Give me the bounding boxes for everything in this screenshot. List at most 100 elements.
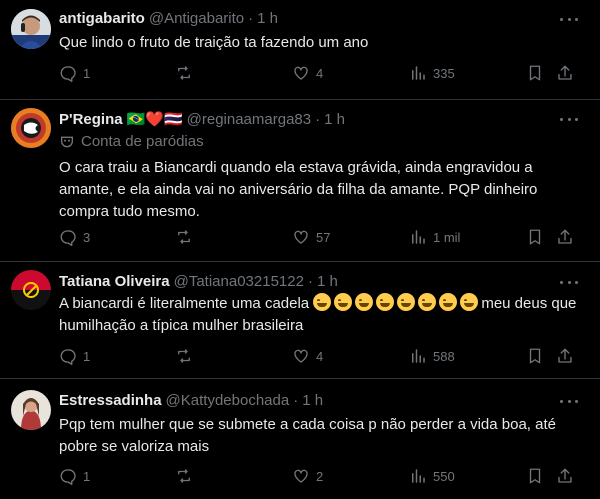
display-name[interactable]: P'Regina (59, 111, 123, 128)
tweet-header: antigabarito @Antigabarito · 1 h (59, 10, 278, 27)
parody-label: Conta de paródias (81, 133, 204, 150)
tweet-text: A biancardi é literalmente uma cadela me… (59, 293, 584, 337)
share-icon (558, 348, 572, 363)
share-icon (558, 65, 572, 80)
avatar[interactable] (11, 9, 51, 49)
name-flags: 🇧🇷❤️🇹🇭 (126, 111, 183, 128)
like-button[interactable]: 4 (292, 347, 323, 365)
reply-count: 1 (83, 348, 91, 364)
emoji-row (313, 293, 481, 312)
laughing-emoji-icon (397, 293, 416, 311)
action-bar: 1 2 550 (59, 467, 579, 487)
handle[interactable]: @Tatiana03215122 (174, 273, 304, 290)
views-icon (412, 349, 425, 363)
repost-icon (178, 66, 190, 80)
views-button[interactable]: 550 (409, 467, 455, 485)
tweet[interactable]: Estressadinha @Kattydebochada · 1 h Pqp … (0, 379, 600, 499)
reply-button[interactable]: 1 (59, 347, 90, 365)
handle[interactable]: @reginaamarga83 (187, 111, 311, 128)
like-icon (294, 469, 308, 483)
reply-icon (60, 469, 76, 485)
views-count: 1 mil (433, 229, 461, 245)
tweet-text-start: A biancardi é literalmente uma cadela (59, 295, 310, 312)
tweet[interactable]: antigabarito @Antigabarito · 1 h Que lin… (0, 0, 600, 100)
like-button[interactable]: 57 (292, 228, 330, 246)
like-button[interactable]: 2 (292, 467, 323, 485)
handle[interactable]: @Kattydebochada (166, 392, 290, 409)
share-button[interactable] (556, 64, 574, 82)
bookmark-button[interactable] (526, 467, 544, 485)
repost-button[interactable] (175, 64, 199, 82)
timestamp[interactable]: 1 h (302, 392, 323, 409)
bookmark-icon (529, 468, 541, 484)
like-icon (294, 349, 308, 363)
tweet-text: O cara traiu a Biancardi quando ela esta… (59, 159, 538, 220)
like-count: 4 (316, 348, 324, 364)
repost-icon (178, 469, 190, 483)
reply-count: 1 (83, 468, 91, 484)
repost-button[interactable] (175, 467, 199, 485)
laughing-emoji-icon (334, 293, 353, 311)
share-button[interactable] (556, 228, 574, 246)
more-icon[interactable] (560, 118, 578, 122)
bookmark-button[interactable] (526, 347, 544, 365)
like-icon (294, 230, 308, 244)
views-button[interactable]: 335 (409, 64, 455, 82)
bookmark-button[interactable] (526, 228, 544, 246)
avatar[interactable] (11, 108, 51, 148)
handle[interactable]: @Antigabarito (149, 10, 244, 27)
action-bar: 1 4 588 (59, 347, 579, 367)
bookmark-icon (529, 229, 541, 245)
views-count: 550 (433, 468, 455, 484)
reply-button[interactable]: 1 (59, 467, 90, 485)
reply-button[interactable]: 3 (59, 228, 90, 246)
timestamp[interactable]: 1 h (317, 273, 338, 290)
repost-button[interactable] (175, 347, 199, 365)
like-count: 57 (316, 229, 331, 245)
views-button[interactable]: 1 mil (409, 228, 460, 246)
laughing-emoji-icon (439, 293, 458, 311)
reply-icon (60, 66, 76, 82)
more-icon[interactable] (560, 281, 578, 285)
bookmark-button[interactable] (526, 64, 544, 82)
repost-button[interactable] (175, 228, 199, 246)
display-name[interactable]: Tatiana Oliveira (59, 273, 170, 290)
views-button[interactable]: 588 (409, 347, 455, 365)
display-name[interactable]: antigabarito (59, 10, 145, 27)
timestamp[interactable]: 1 h (324, 111, 345, 128)
tweet-text: Que lindo o fruto de traição ta fazendo … (59, 34, 369, 51)
repost-icon (178, 230, 190, 244)
separator-dot: · (307, 273, 313, 290)
reply-icon (60, 230, 76, 246)
share-icon (558, 229, 572, 244)
laughing-emoji-icon (418, 293, 437, 311)
repost-icon (178, 349, 190, 363)
timestamp[interactable]: 1 h (257, 10, 278, 27)
views-icon (412, 230, 425, 244)
tweet[interactable]: P'Regina 🇧🇷❤️🇹🇭 @reginaamarga83 · 1 h Co… (0, 100, 600, 262)
bookmark-icon (529, 65, 541, 81)
views-icon (412, 469, 425, 483)
tweet-header: Tatiana Oliveira @Tatiana03215122 · 1 h (59, 273, 338, 290)
share-button[interactable] (556, 347, 574, 365)
views-icon (412, 66, 425, 80)
like-count: 2 (316, 468, 324, 484)
avatar[interactable] (11, 390, 51, 430)
like-icon (294, 66, 308, 80)
more-icon[interactable] (560, 18, 578, 22)
bookmark-icon (529, 348, 541, 364)
display-name[interactable]: Estressadinha (59, 392, 162, 409)
tweet[interactable]: Tatiana Oliveira @Tatiana03215122 · 1 h … (0, 262, 600, 379)
laughing-emoji-icon (376, 293, 395, 311)
tweet-header: Estressadinha @Kattydebochada · 1 h (59, 392, 323, 409)
tweet-header: P'Regina 🇧🇷❤️🇹🇭 @reginaamarga83 · 1 h (59, 110, 345, 129)
avatar[interactable] (11, 270, 51, 310)
more-icon[interactable] (560, 400, 578, 404)
action-bar: 1 4 335 (59, 64, 579, 84)
separator-dot: · (248, 10, 254, 27)
reply-count: 3 (83, 229, 91, 245)
like-button[interactable]: 4 (292, 64, 323, 82)
reply-button[interactable]: 1 (59, 64, 90, 82)
reply-count: 1 (83, 65, 91, 81)
share-button[interactable] (556, 467, 574, 485)
